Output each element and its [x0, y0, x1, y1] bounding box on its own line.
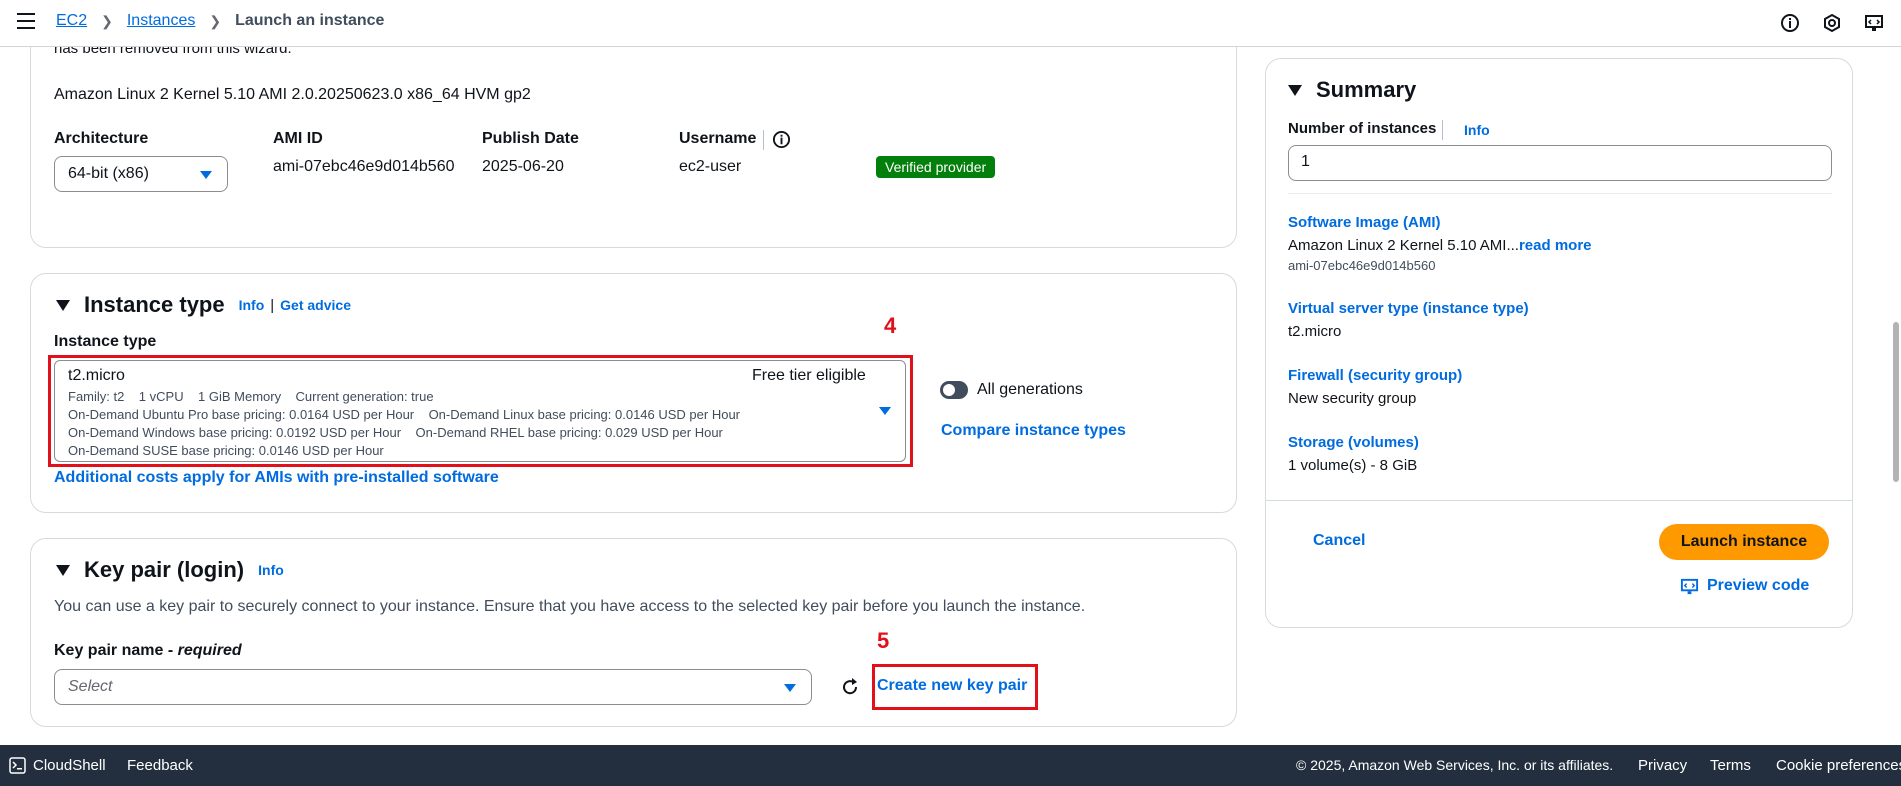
ami-name: Amazon Linux 2 Kernel 5.10 AMI 2.0.20250… [54, 86, 531, 103]
footer-bar: CloudShell Feedback © 2025, Amazon Web S… [0, 745, 1901, 786]
key-pair-info-link[interactable]: Info [258, 562, 284, 578]
key-pair-description: You can use a key pair to securely conne… [54, 598, 1086, 615]
all-generations-label: All generations [977, 381, 1083, 398]
scrollbar-thumb[interactable] [1893, 322, 1899, 482]
collapse-caret-icon [1288, 84, 1302, 96]
software-image-id: ami-07ebc46e9d014b560 [1288, 258, 1436, 273]
num-instances-label: Number of instances [1288, 120, 1437, 137]
firewall-value: New security group [1288, 390, 1417, 407]
software-image-value: Amazon Linux 2 Kernel 5.10 AMI...read mo… [1288, 237, 1592, 254]
caret-down-icon [200, 171, 212, 179]
key-pair-header[interactable]: Key pair (login) Info [56, 557, 284, 583]
read-more-link[interactable]: read more [1519, 237, 1592, 254]
get-advice-link[interactable]: Get advice [280, 297, 351, 313]
annotation-box-4 [48, 355, 913, 467]
additional-costs-link[interactable]: Additional costs apply for AMIs with pre… [54, 469, 499, 487]
architecture-value: 64-bit (x86) [68, 165, 149, 182]
divider [763, 130, 764, 150]
code-preview-icon [1680, 578, 1699, 595]
divider [1288, 193, 1832, 194]
summary-title: Summary [1316, 77, 1417, 102]
breadcrumb: EC2 ❯ Instances ❯ Launch an instance [56, 12, 384, 30]
cloudshell-icon[interactable] [9, 757, 26, 774]
username-value: ec2-user [679, 158, 742, 175]
instance-type-title: Instance type [84, 292, 225, 317]
terms-link[interactable]: Terms [1710, 757, 1751, 774]
key-pair-field-label-text: Key pair name - [54, 642, 178, 659]
summary-header[interactable]: Summary [1288, 77, 1416, 103]
ami-id-label: AMI ID [273, 130, 323, 147]
key-pair-title: Key pair (login) [84, 557, 245, 582]
key-pair-field-label: Key pair name - required [54, 642, 242, 660]
info-icon[interactable] [772, 130, 791, 149]
instance-type-header[interactable]: Instance type Info | Get advice [56, 292, 351, 318]
breadcrumb-instances[interactable]: Instances [127, 12, 195, 30]
architecture-select[interactable]: 64-bit (x86) [54, 156, 228, 192]
summary-panel: Summary Number of instances Info 1 Softw… [1265, 58, 1853, 628]
preview-code-link[interactable]: Preview code [1707, 577, 1809, 595]
compare-instance-types-link[interactable]: Compare instance types [941, 422, 1126, 440]
cancel-button[interactable]: Cancel [1313, 532, 1365, 550]
software-image-link[interactable]: Software Image (AMI) [1288, 214, 1441, 231]
key-pair-placeholder: Select [68, 678, 113, 695]
caret-down-icon [784, 684, 796, 692]
cookie-preferences-link[interactable]: Cookie preferences [1776, 757, 1901, 774]
collapse-caret-icon [56, 564, 70, 576]
divider [1442, 120, 1443, 140]
annotation-box-5 [872, 664, 1038, 710]
storage-link[interactable]: Storage (volumes) [1288, 434, 1419, 451]
scrollbar[interactable] [1889, 47, 1901, 744]
separator: | [270, 296, 275, 314]
breadcrumb-current: Launch an instance [235, 12, 385, 29]
num-instances-info-link[interactable]: Info [1464, 122, 1490, 138]
feedback-link[interactable]: Feedback [127, 757, 193, 774]
instance-type-info-link[interactable]: Info [239, 297, 265, 313]
instance-type-field-label: Instance type [54, 333, 157, 350]
divider [1266, 500, 1852, 501]
privacy-link[interactable]: Privacy [1638, 757, 1687, 774]
copyright-text: © 2025, Amazon Web Services, Inc. or its… [1296, 757, 1614, 773]
code-preview-icon[interactable] [1864, 13, 1884, 33]
chevron-right-icon: ❯ [101, 12, 113, 29]
required-marker: required [177, 642, 242, 659]
storage-value: 1 volume(s) - 8 GiB [1288, 457, 1418, 474]
top-navigation-bar: EC2 ❯ Instances ❯ Launch an instance [0, 0, 1901, 47]
verified-provider-badge: Verified provider [876, 156, 996, 178]
num-instances-input[interactable]: 1 [1288, 145, 1832, 181]
annotation-5: 5 [877, 628, 890, 653]
server-type-link[interactable]: Virtual server type (instance type) [1288, 300, 1529, 317]
refresh-icon[interactable] [840, 677, 860, 697]
server-type-value: t2.micro [1288, 323, 1342, 340]
launch-instance-button[interactable]: Launch instance [1659, 524, 1829, 560]
menu-icon[interactable] [17, 13, 35, 29]
annotation-4: 4 [884, 313, 897, 338]
info-icon[interactable] [1780, 13, 1800, 33]
settings-icon[interactable] [1822, 13, 1842, 33]
key-pair-select[interactable]: Select [54, 669, 812, 705]
all-generations-toggle[interactable] [940, 381, 968, 399]
chevron-right-icon: ❯ [209, 12, 222, 29]
breadcrumb-ec2[interactable]: EC2 [56, 12, 87, 30]
publish-date-label: Publish Date [482, 130, 579, 147]
architecture-label: Architecture [54, 130, 149, 147]
firewall-link[interactable]: Firewall (security group) [1288, 367, 1462, 384]
publish-date-value: 2025-06-20 [482, 158, 564, 175]
collapse-caret-icon [56, 299, 70, 311]
ami-id-value: ami-07ebc46e9d014b560 [273, 158, 455, 175]
username-label: Username [679, 130, 757, 147]
software-image-text: Amazon Linux 2 Kernel 5.10 AMI... [1288, 237, 1519, 254]
cloudshell-link[interactable]: CloudShell [33, 757, 106, 774]
